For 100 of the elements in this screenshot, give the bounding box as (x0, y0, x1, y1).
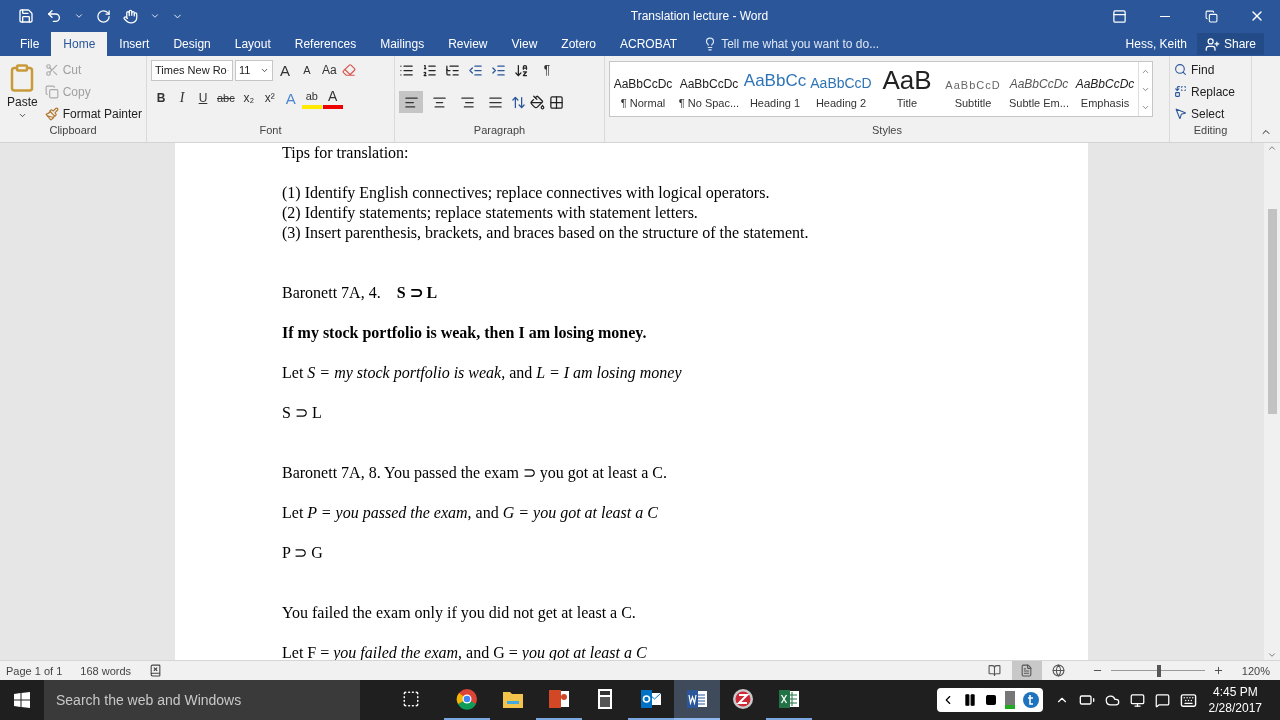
multilevel-list-icon[interactable] (445, 62, 460, 78)
stop-icon (984, 694, 997, 706)
redo-icon[interactable] (96, 8, 111, 24)
group-label: Clipboard (48, 124, 98, 138)
ribbon-tab[interactable]: References (282, 32, 369, 56)
style-preview: AaBbCcDc (613, 76, 673, 91)
tell-me-field[interactable]: Tell me what you want to do... (703, 32, 880, 56)
ribbon-tab[interactable]: Home (51, 32, 108, 56)
ribbon-tab[interactable]: ACROBAT (608, 32, 690, 56)
scissors-icon (44, 62, 59, 77)
search-icon (1174, 63, 1187, 76)
editing-button[interactable]: Replace (1174, 81, 1236, 102)
style-item[interactable]: AaBbCcD Heading 2 (808, 62, 874, 116)
style-item[interactable]: AaBbCcDc Subtle Em... (1006, 62, 1072, 116)
format-button[interactable]: x² (259, 87, 280, 109)
format-button[interactable]: I (172, 87, 192, 109)
line-spacing-icon[interactable] (511, 94, 526, 110)
task-view-icon[interactable] (402, 690, 420, 708)
style-name: Subtle Em... (1009, 97, 1069, 109)
page-count[interactable]: Page 1 of 1 (6, 664, 63, 677)
clipboard-button[interactable]: Format Painter (44, 103, 142, 124)
touch-mode-icon[interactable] (123, 8, 138, 24)
paintbrush-icon (44, 106, 59, 121)
undo-icon[interactable] (46, 8, 62, 24)
font-size-field[interactable]: 11 (235, 59, 273, 81)
style-item[interactable]: AaB Title (874, 62, 940, 116)
shading-icon[interactable] (530, 94, 545, 110)
styles-gallery[interactable]: AaBbCcDc ¶ Normal AaBbCcDc ¶ No Spac... AaBbCc Heading 1 AaBbCcD Heading 2 AaB Title AaBbCcD Subtitle AaBbCcDc Subtle Em... AaBbCcDc Emphasis (609, 61, 1153, 117)
format-button[interactable]: x₂ (238, 87, 259, 109)
editing-button[interactable]: Select (1174, 103, 1236, 124)
document-app-icon (686, 688, 708, 710)
style-item[interactable]: AaBbCc Heading 1 (742, 62, 808, 116)
zoom-level[interactable]: 120% (1241, 664, 1270, 677)
reference-app-icon (732, 688, 754, 710)
word-count[interactable]: 168 words (80, 664, 132, 677)
taskbar-app[interactable] (674, 680, 720, 720)
scroll-thumb[interactable] (1267, 209, 1277, 414)
search-field[interactable]: Search the web and Windows (44, 680, 360, 720)
document-line: (2) Identify statements; replace statements with statement letters. (282, 203, 698, 223)
ribbon-tab[interactable]: Design (161, 32, 223, 56)
style-name: ¶ No Spac... (678, 97, 740, 109)
style-item[interactable]: AaBbCcDc ¶ No Spac... (676, 62, 742, 116)
style-item[interactable]: AaBbCcD Subtitle (940, 62, 1006, 116)
style-item[interactable]: AaBbCcDc ¶ Normal (610, 62, 676, 116)
format-button[interactable]: B (151, 87, 171, 109)
format-button[interactable]: ab (301, 87, 322, 109)
bullets-icon[interactable] (399, 62, 414, 78)
format-button[interactable]: abc (214, 87, 238, 109)
browser-icon (456, 688, 478, 710)
recorder-toolbar[interactable] (936, 688, 1043, 712)
notifications-icon[interactable] (1154, 692, 1170, 708)
ribbon-tab[interactable]: Layout (222, 32, 283, 56)
style-name: Heading 1 (749, 97, 801, 109)
show-marks-button[interactable]: ¶ (537, 59, 557, 81)
style-item[interactable]: AaBbCcDc Emphasis (1072, 62, 1138, 116)
ribbon-tab[interactable]: Zotero (549, 32, 608, 56)
font-tool-button[interactable]: A (275, 59, 295, 81)
style-name: ¶ Normal (620, 97, 666, 109)
ribbon-tab[interactable]: Review (436, 32, 500, 56)
zoom-thumb[interactable] (1156, 664, 1161, 677)
document-line: S ⊃ L (282, 403, 322, 423)
ribbon-tab[interactable]: Mailings (368, 32, 437, 56)
align-icon (459, 94, 475, 110)
editing-button[interactable]: Find (1174, 59, 1236, 80)
user-name[interactable]: Hess, Keith (1125, 37, 1187, 51)
align-button[interactable] (399, 91, 423, 113)
format-button[interactable]: A (322, 87, 343, 109)
save-icon[interactable] (18, 8, 34, 24)
numbering-icon[interactable] (422, 62, 437, 78)
replace-icon (1174, 85, 1187, 98)
format-button[interactable]: U (193, 87, 213, 109)
font-name-field[interactable]: Times New Ro (151, 59, 233, 81)
panel-icon (1111, 8, 1127, 24)
paste-button[interactable]: Paste (4, 59, 41, 124)
ribbon-tab[interactable]: Insert (107, 32, 162, 56)
share-button[interactable]: Share (1196, 33, 1264, 55)
font-tool-button[interactable]: Aa (319, 59, 340, 81)
document-line: (1) Identify English connectives; replace connectives with logical operators. (282, 183, 770, 203)
cloud-sync-icon[interactable] (1104, 692, 1120, 708)
ribbon-tab[interactable]: View (499, 32, 550, 56)
zoom-in-icon[interactable] (1212, 665, 1224, 676)
sort-icon[interactable] (514, 62, 529, 78)
borders-icon[interactable] (549, 94, 564, 110)
network-icon[interactable] (1129, 692, 1145, 708)
folder-icon (502, 689, 524, 709)
style-preview: AaBbCcD (810, 74, 872, 91)
document-line: Baronett 7A, 4. S ⊃ L (282, 283, 438, 303)
view-button[interactable] (1011, 661, 1042, 680)
globe-icon (1052, 664, 1066, 677)
decrease-indent-icon[interactable] (468, 62, 483, 78)
battery-icon[interactable] (1078, 692, 1095, 708)
keyboard-icon[interactable] (1179, 691, 1197, 709)
proofing-icon[interactable] (149, 664, 163, 677)
vertical-scrollbar[interactable] (1264, 143, 1280, 660)
clock[interactable]: 4:45 PM 2/28/2017 (1208, 684, 1262, 716)
increase-indent-icon[interactable] (491, 62, 506, 78)
ribbon-tab[interactable]: File (8, 32, 52, 56)
font-tool-button[interactable]: A (297, 59, 317, 81)
document-line: (3) Insert parenthesis, brackets, and braces based on the structure of the statement. (282, 223, 809, 243)
eraser-icon[interactable] (341, 63, 356, 77)
